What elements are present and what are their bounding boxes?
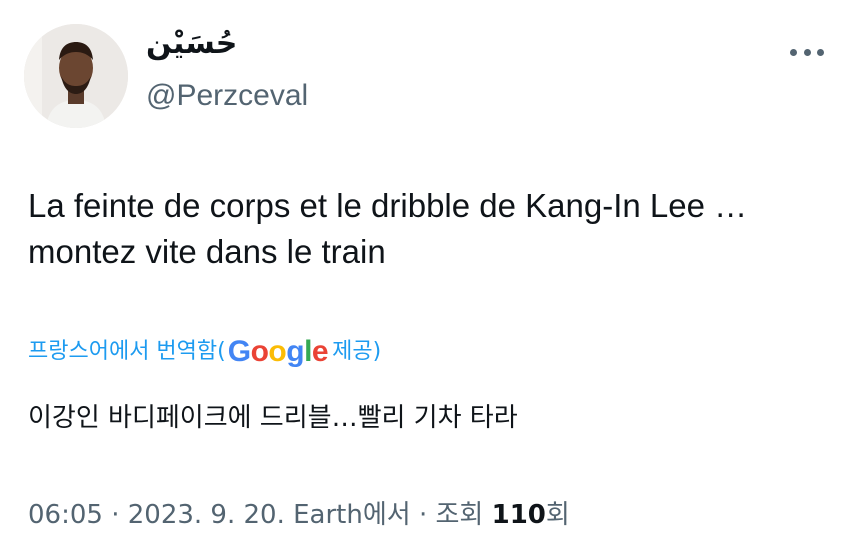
google-logo-letter: e [311,335,329,368]
translated-by-link[interactable]: 프랑스어에서 번역함( G o o g l e 제공) [28,334,381,370]
tweet-source: Earth에서 [293,500,411,530]
views-label: 조회 [435,500,492,530]
tweet-line: montez vite dans le train [28,233,386,270]
tweet-line: La feinte de corps et le dribble de Kang… [28,187,748,224]
translation-label-suffix: 제공) [332,339,382,364]
user-handle[interactable]: @Perzceval [146,78,308,114]
more-horizontal-icon [817,48,824,56]
google-logo-letter: G [227,335,251,368]
separator: · [102,500,128,530]
tweet-metadata: 06:05 · 2023. 9. 20. Earth에서 · 조회 110회 [28,495,570,535]
more-horizontal-icon [790,48,797,56]
tweet-time[interactable]: 06:05 [28,500,103,530]
google-logo: G o o g l e [227,334,329,370]
tweet-date[interactable]: 2023. 9. 20. [128,500,285,530]
display-name[interactable]: حُسَيْن [146,24,237,64]
tweet-text: La feinte de corps et le dribble de Kang… [28,183,828,275]
more-horizontal-icon [803,48,811,56]
google-logo-letter: l [304,335,312,368]
avatar-image [24,24,128,128]
more-options-button[interactable] [790,40,824,64]
avatar[interactable] [24,24,128,128]
separator: · [410,500,436,530]
translation-label-prefix: 프랑스어에서 번역함( [28,339,226,364]
views-suffix: 회 [545,500,570,530]
google-logo-letter: g [286,335,305,368]
translated-text: 이강인 바디페이크에 드리블…빨리 기차 타라 [28,403,518,433]
views-count: 110 [491,500,546,530]
google-logo-letter: o [268,335,287,368]
google-logo-letter: o [250,335,269,368]
